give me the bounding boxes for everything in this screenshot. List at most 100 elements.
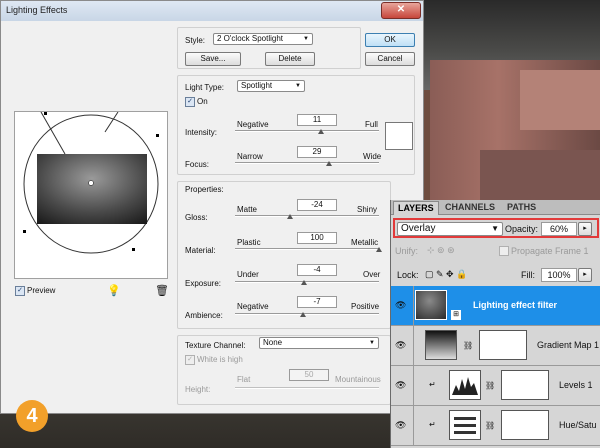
- focus-slider-thumb[interactable]: [325, 161, 332, 166]
- intensity-max: Full: [365, 120, 378, 129]
- light-type-value: Spotlight: [241, 81, 273, 90]
- trash-icon[interactable]: 🗑: [155, 284, 169, 297]
- intensity-value[interactable]: 11: [297, 114, 337, 126]
- layer-name[interactable]: Levels 1: [559, 380, 593, 390]
- material-slider[interactable]: [235, 248, 379, 250]
- clip-arrow-icon: ↵: [429, 380, 436, 389]
- link-icon: ⛓: [463, 341, 474, 350]
- ambience-slider[interactable]: [235, 313, 379, 315]
- mask-thumbnail: [479, 330, 527, 360]
- link-icon: ⛓: [485, 421, 496, 430]
- lightbulb-icon[interactable]: 💡: [107, 284, 121, 297]
- cancel-button[interactable]: Cancel: [365, 52, 415, 66]
- material-label: Material:: [185, 246, 216, 255]
- title-bar: Lighting Effects ✕: [1, 1, 423, 21]
- eye-icon[interactable]: 👁: [395, 380, 407, 390]
- ambience-value[interactable]: -7: [297, 296, 337, 308]
- layer-name[interactable]: Hue/Satu: [559, 420, 597, 430]
- exposure-slider-thumb[interactable]: [301, 280, 308, 285]
- style-value: 2 O'clock Spotlight: [217, 34, 284, 43]
- preview-checkbox[interactable]: ✓: [15, 286, 25, 296]
- adjustment-thumbnail: [425, 330, 457, 360]
- clip-arrow-icon: ↵: [429, 420, 436, 429]
- material-max: Metallic: [351, 238, 379, 247]
- texture-channel-value: None: [263, 338, 283, 347]
- material-value[interactable]: 100: [297, 232, 337, 244]
- height-max: Mountainous: [335, 375, 381, 384]
- texture-channel-select[interactable]: None ▼: [259, 337, 379, 349]
- row-divider: [413, 286, 414, 326]
- white-is-high-label: White is high: [197, 355, 243, 364]
- opacity-label: Opacity:: [505, 224, 539, 234]
- fill-value[interactable]: 100%: [541, 268, 577, 282]
- window-title: Lighting Effects: [6, 5, 68, 15]
- light-type-select[interactable]: Spotlight ▼: [237, 80, 305, 92]
- layer-thumbnail: [415, 290, 447, 320]
- properties-title: Properties:: [185, 185, 224, 194]
- gloss-label: Gloss:: [185, 213, 208, 222]
- fill-arrow-button[interactable]: ▸: [578, 268, 592, 282]
- eye-icon[interactable]: 👁: [395, 420, 407, 430]
- layer-row-levels[interactable]: 👁 ↵ ⛓ Levels 1: [391, 366, 600, 406]
- height-min: Flat: [237, 375, 251, 384]
- propagate-checkbox[interactable]: [499, 246, 509, 256]
- layer-name[interactable]: Lighting effect filter: [473, 300, 557, 310]
- focus-slider[interactable]: [235, 162, 379, 164]
- material-slider-thumb[interactable]: [376, 247, 382, 252]
- light-color-swatch[interactable]: [385, 122, 413, 150]
- close-button[interactable]: ✕: [381, 2, 421, 19]
- material-min: Plastic: [237, 238, 261, 247]
- white-is-high-checkbox[interactable]: ✓: [185, 355, 195, 365]
- layer-row-hue-saturation[interactable]: 👁 ↵ ⛓ Hue/Satu: [391, 406, 600, 446]
- intensity-slider[interactable]: [235, 130, 379, 132]
- step-badge: 4: [16, 400, 48, 432]
- exposure-value[interactable]: -4: [297, 264, 337, 276]
- light-ellipse[interactable]: [15, 111, 167, 278]
- light-type-label: Light Type:: [185, 83, 224, 92]
- height-value[interactable]: 50: [289, 369, 329, 381]
- opacity-value[interactable]: 60%: [541, 222, 577, 236]
- sliders-icon: [454, 417, 476, 434]
- layers-panel: LAYERS CHANNELS PATHS Overlay ▼ Opacity: …: [390, 200, 600, 448]
- tab-layers[interactable]: LAYERS: [393, 201, 439, 215]
- gloss-max: Shiny: [357, 205, 378, 214]
- ambience-slider-thumb[interactable]: [299, 312, 306, 317]
- exposure-label: Exposure:: [185, 279, 222, 288]
- height-slider[interactable]: [235, 387, 379, 389]
- blend-mode-value: Overlay: [401, 223, 436, 234]
- chevron-down-icon: ▼: [303, 36, 309, 42]
- blend-mode-select[interactable]: Overlay ▼: [397, 222, 503, 236]
- layer-row-gradient-map[interactable]: 👁 ⛓ Gradient Map 1: [391, 326, 600, 366]
- tab-paths[interactable]: PATHS: [503, 201, 540, 214]
- style-select[interactable]: 2 O'clock Spotlight ▼: [213, 33, 313, 45]
- intensity-slider-thumb[interactable]: [318, 129, 325, 134]
- eye-icon[interactable]: 👁: [395, 340, 407, 350]
- layer-name[interactable]: Gradient Map 1: [537, 340, 599, 350]
- chevron-down-icon: ▼: [295, 83, 301, 89]
- on-checkbox[interactable]: ✓: [185, 97, 195, 107]
- opacity-arrow-button[interactable]: ▸: [578, 222, 592, 236]
- layer-row-lighting[interactable]: 👁 ⊞ Lighting effect filter: [391, 286, 600, 326]
- tab-channels[interactable]: CHANNELS: [441, 201, 499, 214]
- lock-icons[interactable]: ▢ ✎ ✥ 🔒: [425, 269, 467, 280]
- gloss-slider[interactable]: [235, 215, 379, 217]
- focus-value[interactable]: 29: [297, 146, 337, 158]
- save-button[interactable]: Save...: [185, 52, 241, 66]
- propagate-label: Propagate Frame 1: [511, 246, 589, 256]
- levels-thumbnail: [449, 370, 481, 400]
- delete-button[interactable]: Delete: [265, 52, 315, 66]
- lighting-effects-dialog: Lighting Effects ✕ ✓ Preview 💡 🗑 Style: …: [0, 0, 424, 414]
- fill-label: Fill:: [521, 270, 535, 280]
- gloss-min: Matte: [237, 205, 258, 214]
- gloss-slider-thumb[interactable]: [286, 214, 293, 219]
- ok-button[interactable]: OK: [365, 33, 415, 47]
- lock-label: Lock:: [397, 270, 419, 280]
- chevron-down-icon: ▼: [369, 340, 375, 346]
- ambience-max: Positive: [351, 302, 380, 311]
- gloss-value[interactable]: -24: [297, 199, 337, 211]
- focus-label: Focus:: [185, 160, 210, 169]
- unify-icons[interactable]: ⊹ ⊚ ⊛: [427, 245, 455, 256]
- preview-canvas[interactable]: [14, 111, 168, 279]
- eye-icon[interactable]: 👁: [395, 300, 407, 310]
- focus-min: Narrow: [237, 152, 263, 161]
